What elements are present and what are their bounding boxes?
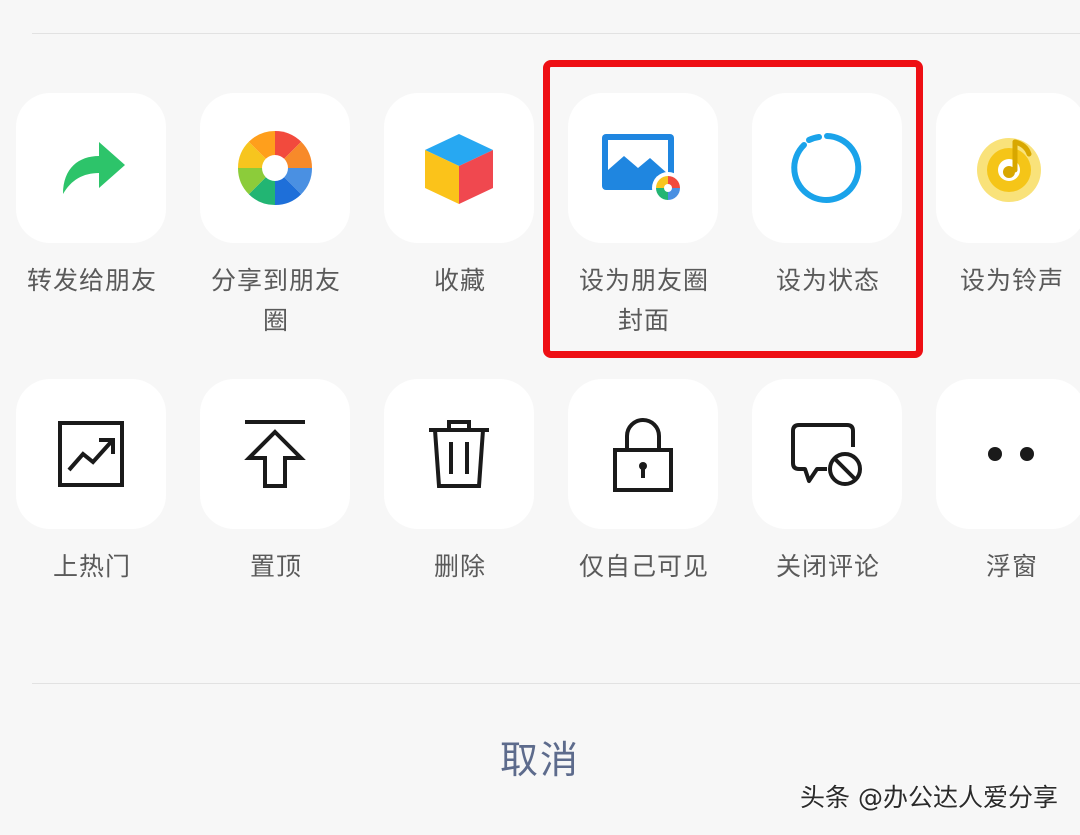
set-ringtone-action[interactable]: 设为铃声 — [920, 93, 1080, 353]
favorites-label: 收藏 — [433, 266, 486, 295]
delete-label: 删除 — [433, 552, 486, 581]
bottom-divider — [32, 683, 1080, 684]
pin-top-action[interactable]: 置顶 — [184, 379, 368, 639]
moments-cover-image-icon — [602, 134, 684, 204]
share-to-moments-action[interactable]: 分享到朋友圈 — [184, 93, 368, 353]
disable-comments-label: 关闭评论 — [775, 552, 880, 581]
cancel-button[interactable]: 取消 — [440, 728, 640, 792]
floating-window-label: 浮窗 — [985, 552, 1038, 581]
private-label: 仅自己可见 — [578, 552, 709, 581]
moments-label: 分享到朋友圈 — [210, 266, 341, 335]
favorites-action[interactable]: 收藏 — [368, 93, 552, 353]
ringtone-label: 设为铃声 — [959, 266, 1064, 295]
status-label: 设为状态 — [775, 266, 880, 295]
private-visibility-action[interactable]: 仅自己可见 — [552, 379, 736, 639]
share-action-sheet: 转发给朋友 分享到朋友圈 收藏 设为朋友圈封面 设为状态 设为铃声 上热门 置顶… — [0, 0, 1080, 835]
moments-cover-label: 设为朋友圈封面 — [578, 266, 709, 335]
delete-tile[interactable] — [384, 379, 534, 529]
forward-to-friend-action[interactable]: 转发给朋友 — [0, 93, 184, 353]
moments-cover-tile[interactable] — [568, 93, 718, 243]
floating-window-tile[interactable] — [936, 379, 1080, 529]
trending-tile[interactable] — [16, 379, 166, 529]
private-tile[interactable] — [568, 379, 718, 529]
set-moments-cover-action[interactable]: 设为朋友圈封面 — [552, 93, 736, 353]
source-watermark: 头条 @办公达人爱分享 — [800, 783, 1058, 812]
favorites-cube-icon — [425, 134, 493, 204]
forward-label: 转发给朋友 — [26, 266, 157, 295]
floating-window-action[interactable]: 浮窗 — [920, 379, 1080, 639]
ringtone-music-icon — [977, 138, 1041, 202]
pin-top-tile[interactable] — [200, 379, 350, 529]
favorites-tile[interactable] — [384, 93, 534, 243]
trending-label: 上热门 — [52, 552, 131, 581]
set-status-action[interactable]: 设为状态 — [736, 93, 920, 353]
trending-action[interactable]: 上热门 — [0, 379, 184, 639]
lock-icon — [613, 418, 673, 492]
trending-chart-icon — [58, 421, 124, 487]
top-divider — [32, 33, 1080, 34]
disable-comments-tile[interactable] — [752, 379, 902, 529]
moments-tile[interactable] — [200, 93, 350, 243]
moments-aperture-icon — [237, 130, 313, 206]
ringtone-tile[interactable] — [936, 93, 1080, 243]
more-dots-icon — [988, 447, 1034, 461]
disable-comments-action[interactable]: 关闭评论 — [736, 379, 920, 639]
pin-top-label: 置顶 — [249, 552, 302, 581]
comment-disabled-icon — [791, 423, 862, 486]
delete-action[interactable]: 删除 — [368, 379, 552, 639]
trash-icon — [429, 420, 489, 488]
forward-arrow-icon — [63, 142, 125, 194]
status-tile[interactable] — [752, 93, 902, 243]
forward-tile[interactable] — [16, 93, 166, 243]
status-ring-icon — [791, 133, 862, 203]
pin-top-arrow-icon — [244, 420, 306, 488]
